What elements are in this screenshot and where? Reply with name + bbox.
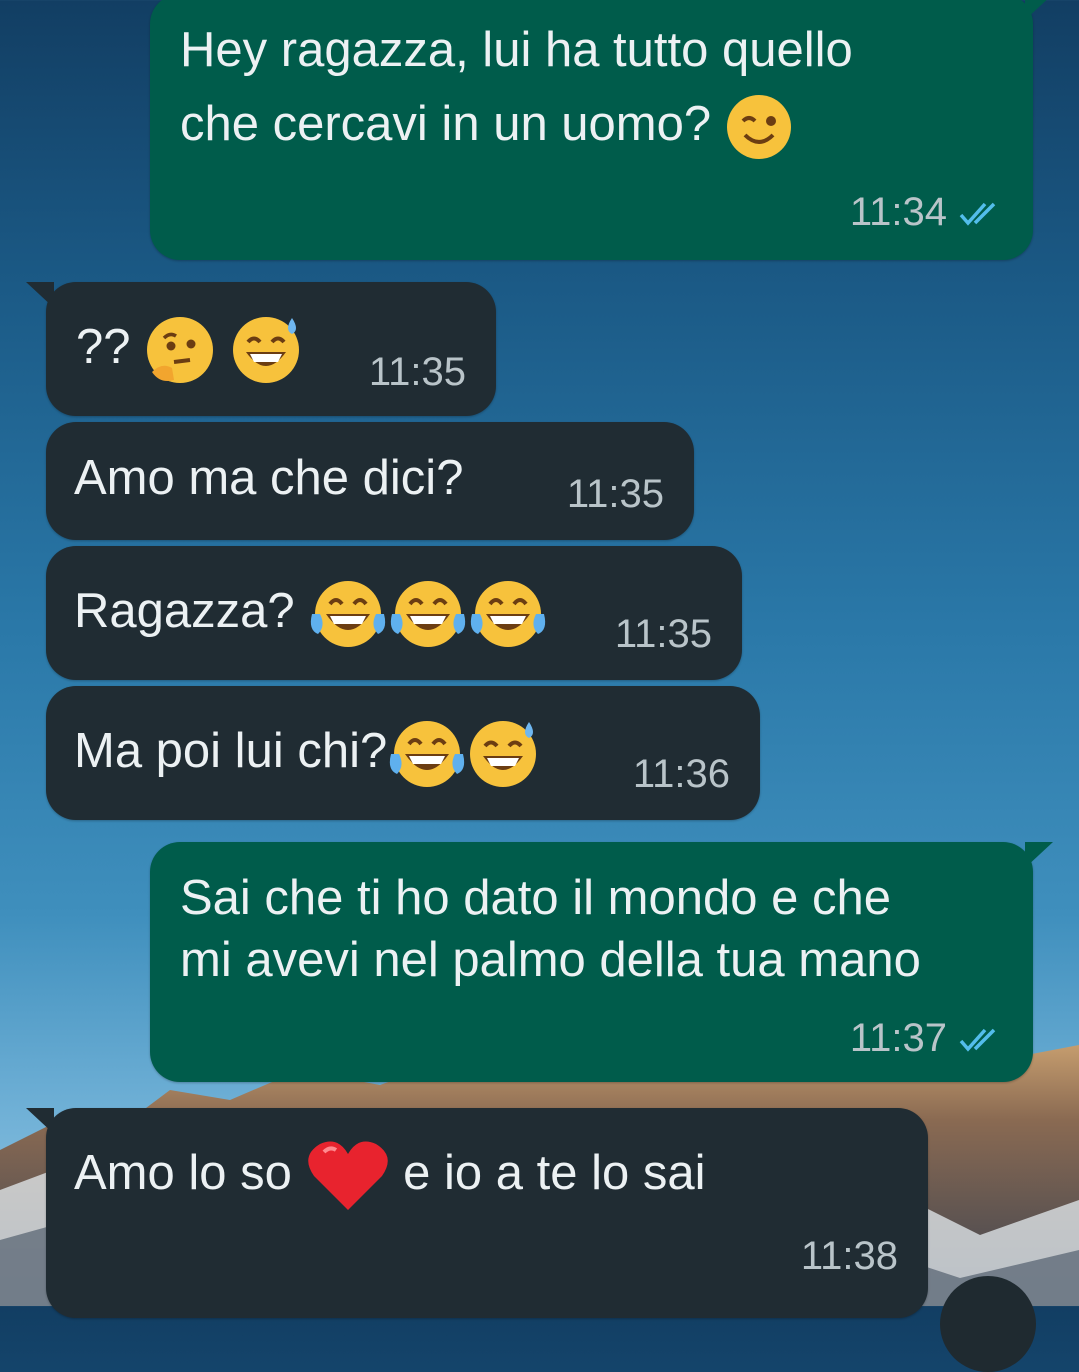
bubble-tail	[26, 1108, 54, 1134]
message-outgoing[interactable]: Sai che ti ho dato il mondo e che mi ave…	[150, 842, 1053, 1082]
grinning-sweat-icon	[232, 317, 299, 383]
message-text: Amo ma che dici?	[74, 451, 464, 505]
message-time: 11:35	[566, 472, 664, 516]
message-text: Sai che ti ho dato il mondo e che	[180, 871, 891, 925]
bubble-tail	[1025, 842, 1053, 868]
tears-of-joy-icon	[471, 581, 546, 647]
message-time: 11:37	[849, 1016, 947, 1060]
message-incoming[interactable]: Amo lo so e io a te lo sai 11:38	[26, 1108, 928, 1318]
tears-of-joy-icon	[390, 721, 465, 787]
grinning-sweat-icon	[470, 721, 537, 787]
message-time: 11:36	[632, 752, 730, 796]
message-text: che cercavi in un uomo?	[180, 92, 793, 161]
message-incoming[interactable]: ?? 11:35	[26, 282, 496, 416]
message-incoming[interactable]: Amo ma che dici? 11:35	[46, 422, 694, 540]
scroll-down-button[interactable]	[940, 1276, 1036, 1372]
red-heart-icon	[307, 1141, 388, 1210]
message-text: mi avevi nel palmo della tua mano	[180, 933, 921, 987]
bubble-tail	[26, 282, 54, 308]
tears-of-joy-icon	[311, 581, 386, 647]
thinking-face-icon	[147, 317, 214, 383]
tears-of-joy-icon	[391, 581, 466, 647]
message-meta: 11:34	[850, 190, 1005, 235]
message-incoming[interactable]: Ma poi lui chi? 11:36	[46, 686, 760, 820]
message-meta: 11:37	[850, 1016, 1005, 1061]
message-text: ??	[76, 314, 302, 386]
message-time: 11:34	[849, 190, 947, 234]
message-text: Ragazza?	[74, 578, 548, 650]
read-double-check-icon	[959, 203, 996, 227]
message-text: Ma poi lui chi?	[74, 718, 539, 790]
message-time: 11:38	[800, 1234, 898, 1278]
message-time: 11:35	[368, 350, 466, 394]
message-time: 11:35	[614, 612, 712, 656]
message-text: Amo lo so e io a te lo sai	[74, 1138, 705, 1214]
message-outgoing[interactable]: Hey ragazza, lui ha tutto quello che cer…	[150, 0, 1047, 260]
winking-face-icon	[726, 95, 791, 160]
message-text: Hey ragazza, lui ha tutto quello	[180, 23, 853, 77]
message-incoming[interactable]: Ragazza? 11:35	[46, 546, 742, 680]
bubble-tail	[1025, 0, 1047, 20]
read-double-check-icon	[959, 1029, 996, 1053]
